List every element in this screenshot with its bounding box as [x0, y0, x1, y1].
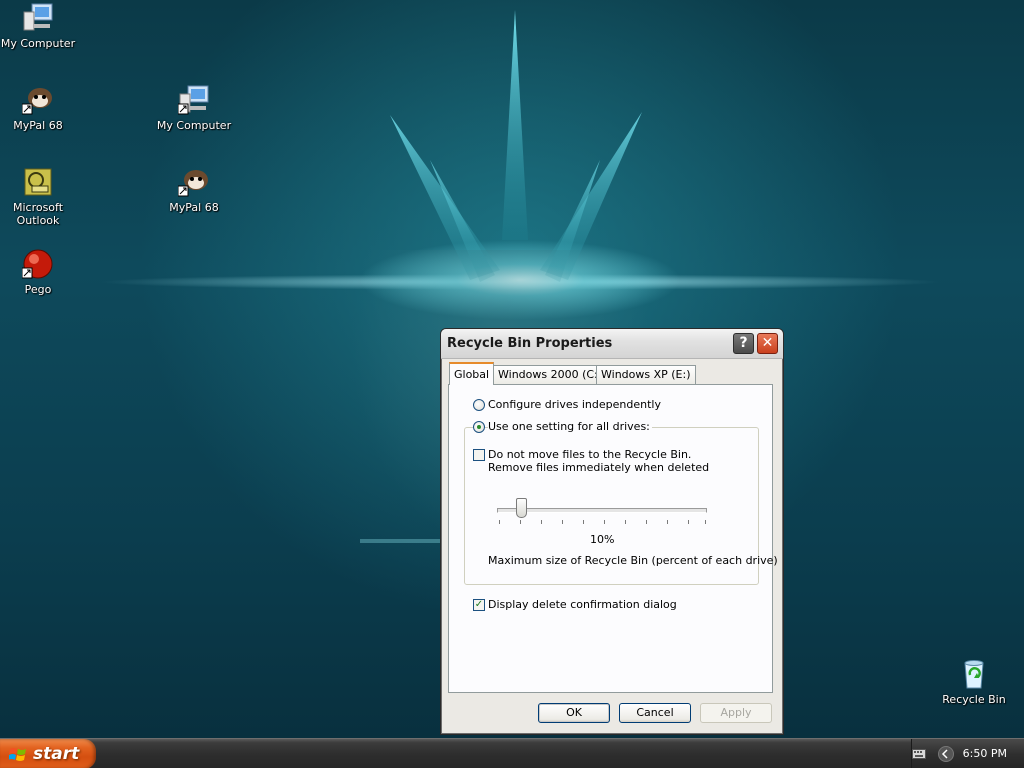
- desktop: My Computer MyPal 68 My Computer Microso…: [0, 0, 1024, 768]
- max-size-slider-thumb[interactable]: [516, 498, 527, 518]
- configure-independently-radio[interactable]: [473, 399, 485, 411]
- start-label: start: [33, 744, 80, 764]
- tab-panel-global: Configure drives independently Use one s…: [448, 384, 778, 693]
- close-button[interactable]: ✕: [757, 333, 778, 354]
- desktop-icon-recycle-bin[interactable]: Recycle Bin: [936, 658, 1012, 706]
- slider-tick: [604, 520, 605, 524]
- start-button[interactable]: start: [0, 739, 96, 768]
- tab-windows-2000[interactable]: Windows 2000 (C:): [493, 365, 608, 384]
- do-not-move-label-line1: Do not move files to the Recycle Bin.: [488, 448, 692, 461]
- desktop-icon-mypal-2[interactable]: MyPal 68: [156, 166, 232, 214]
- desktop-icon-label: Pego: [24, 283, 52, 296]
- slider-tick: [520, 520, 521, 524]
- desktop-icon-label: Microsoft Outlook: [12, 201, 64, 227]
- tab-windows-xp[interactable]: Windows XP (E:): [596, 365, 696, 384]
- slider-tick: [646, 520, 647, 524]
- mypal-icon: [177, 166, 210, 198]
- desktop-icon-my-computer[interactable]: My Computer: [0, 2, 76, 50]
- ok-button[interactable]: OK: [538, 703, 610, 723]
- my-computer-icon: [22, 2, 54, 34]
- slider-tick: [625, 520, 626, 524]
- my-computer-icon: [177, 84, 210, 116]
- windows-flag-icon: [9, 748, 26, 761]
- system-tray: 6:50 PM: [911, 739, 1024, 768]
- keyboard-icon[interactable]: [912, 749, 926, 759]
- slider-caption: Maximum size of Recycle Bin (percent of …: [488, 554, 778, 567]
- help-button[interactable]: ?: [733, 333, 754, 354]
- recycle-bin-properties-dialog: Recycle Bin Properties ? ✕ Global Window…: [440, 328, 784, 735]
- desktop-icon-mypal[interactable]: MyPal 68: [0, 84, 76, 132]
- desktop-icon-label: MyPal 68: [13, 119, 63, 132]
- desktop-icon-my-computer-2[interactable]: My Computer: [156, 84, 232, 132]
- do-not-move-label-line2: Remove files immediately when deleted: [488, 461, 710, 474]
- tray-expand-button[interactable]: [938, 746, 954, 762]
- use-one-setting-label: Use one setting for all drives:: [488, 420, 652, 433]
- recycle-bin-icon: [958, 658, 990, 690]
- desktop-icon-label: My Computer: [0, 37, 76, 50]
- dialog-titlebar[interactable]: Recycle Bin Properties ? ✕: [441, 329, 783, 359]
- taskbar: start 6:50 PM: [0, 738, 1024, 768]
- max-size-slider-track[interactable]: [497, 508, 707, 513]
- dialog-title: Recycle Bin Properties: [447, 336, 613, 351]
- chevron-left-icon: [941, 749, 948, 759]
- slider-tick: [541, 520, 542, 524]
- slider-tick: [562, 520, 563, 524]
- slider-tick: [688, 520, 689, 524]
- slider-tick: [705, 520, 706, 524]
- do-not-move-checkbox[interactable]: [473, 449, 485, 461]
- outlook-icon: [22, 166, 54, 198]
- close-icon: ✕: [761, 335, 774, 351]
- apply-button[interactable]: Apply: [700, 703, 772, 723]
- desktop-icon-label: My Computer: [156, 119, 232, 132]
- slider-tick: [583, 520, 584, 524]
- slider-tick: [499, 520, 500, 524]
- desktop-icon-pego[interactable]: Pego: [0, 248, 76, 296]
- clock[interactable]: 6:50 PM: [963, 747, 1007, 760]
- pego-icon: [21, 248, 54, 280]
- mypal-icon: [21, 84, 54, 116]
- desktop-icon-label: Recycle Bin: [942, 693, 1006, 706]
- configure-independently-label: Configure drives independently: [488, 398, 661, 411]
- display-confirmation-label: Display delete confirmation dialog: [488, 598, 677, 611]
- tab-global[interactable]: Global: [449, 362, 495, 385]
- slider-value: 10%: [590, 533, 615, 546]
- display-confirmation-checkbox[interactable]: ✓: [473, 599, 485, 611]
- desktop-icon-label: MyPal 68: [169, 201, 219, 214]
- use-one-setting-radio[interactable]: [473, 421, 485, 433]
- slider-tick: [667, 520, 668, 524]
- desktop-icon-outlook[interactable]: Microsoft Outlook: [0, 166, 76, 227]
- cancel-button[interactable]: Cancel: [619, 703, 691, 723]
